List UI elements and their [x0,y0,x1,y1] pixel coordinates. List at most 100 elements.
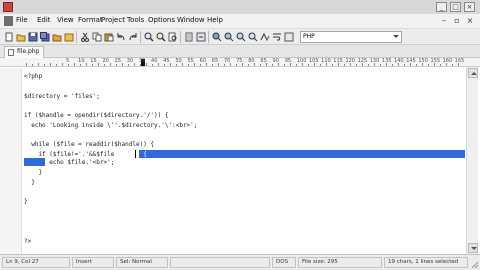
ruler-tick [50,63,51,66]
menu-project[interactable]: Project [101,16,125,24]
ruler-tick [74,63,75,66]
ruler-tick [356,64,357,66]
code-line-11: } [24,169,43,176]
language-select[interactable]: PHP [300,31,402,43]
ruler-label: 150 [418,58,428,64]
ruler-tick [392,64,393,66]
ruler-tick [266,63,267,66]
ruler-tick [398,63,399,66]
toolbar-separator [180,31,181,43]
save-all-icon[interactable] [40,32,50,42]
menu-tools[interactable]: Tools [127,16,144,24]
ruler-tick [140,64,141,66]
ruler-tick [38,63,39,66]
minimize-button[interactable]: _ [436,2,447,12]
menu-options[interactable]: Options [148,16,175,24]
arrow-up-icon [471,72,477,75]
menu-format[interactable]: Format [78,16,103,24]
maximize-button[interactable]: □ [450,2,461,12]
bookmark-toggle-icon[interactable] [212,32,222,42]
ruler-tick [104,64,105,66]
document-icon[interactable] [184,32,194,42]
spell-check-icon[interactable] [260,32,270,42]
find-icon[interactable] [144,32,154,42]
open-folder-icon[interactable] [16,32,26,42]
toolbar: PHP [0,29,480,45]
view-whitespace-icon[interactable] [284,32,294,42]
bookmark-next-icon[interactable] [224,32,234,42]
doc-restore-button[interactable]: ▫ [452,16,462,26]
code-line-12: } [24,179,35,186]
paste-icon[interactable] [104,32,114,42]
ruler-tick [146,63,147,66]
ruler-tick [134,63,135,66]
ruler-tick [290,63,291,66]
undo-icon[interactable] [116,32,126,42]
app-logo-icon [3,2,13,12]
menu-window[interactable]: Window [177,16,205,24]
scroll-down-button[interactable] [468,243,478,253]
ruler-tick [164,64,165,66]
menu-view[interactable]: View [57,16,74,24]
save-icon[interactable] [28,32,38,42]
resize-grip-icon[interactable] [471,261,479,269]
code-line-9-text: if ($file!='.'&&$file [24,151,115,158]
ruler-tick [194,63,195,66]
ruler-tick [188,64,189,66]
find-in-files-icon[interactable] [168,32,178,42]
ruler-tick [230,63,231,66]
code-line-9: if ($file!='.'&&$file!='..') { [24,151,147,158]
status-spacer [170,257,270,268]
bookmark-prev-icon[interactable] [236,32,246,42]
ruler-label: 165 [454,58,465,64]
chevron-down-icon [393,35,399,38]
scroll-up-button[interactable] [468,68,478,78]
selection-highlight [139,150,465,158]
bookmark-clear-icon[interactable] [248,32,258,42]
vertical-scrollbar[interactable] [466,67,478,254]
copy-icon[interactable] [92,32,102,42]
selected-text: !='..') { [114,151,147,158]
new-file-icon[interactable] [4,32,14,42]
project-icon[interactable] [64,32,74,42]
ruler-tick [272,64,273,66]
ruler-tick [446,63,447,66]
ruler-tick [416,64,417,66]
ruler-tick [182,63,183,66]
close-button[interactable]: × [464,2,475,12]
settings-icon[interactable] [196,32,206,42]
ruler-tick [62,63,63,66]
ruler-tick [380,64,381,66]
menu-file[interactable]: File [16,16,28,24]
open-project-icon[interactable] [52,32,62,42]
find-replace-icon[interactable] [156,32,166,42]
ruler-tick [254,63,255,66]
ruler-tick [110,63,111,66]
document-menu-icon[interactable] [4,16,13,26]
toolbar-separator [76,31,77,43]
toolbar-separator [208,31,209,43]
tab-file-php[interactable]: file.php [4,46,44,58]
cut-icon[interactable] [80,32,90,42]
ruler-tick [86,63,87,66]
code-editor[interactable]: <?php $directory = 'files'; if ($handle … [0,68,480,254]
code-line-5: if ($handle = opendir($directory.'/')) { [24,112,169,119]
ruler-tick [458,63,459,66]
ruler-tick [200,64,201,66]
menu-edit[interactable]: Edit [37,16,51,24]
menu-help[interactable]: Help [207,16,223,24]
doc-minimize-button[interactable]: – [439,16,449,26]
ruler-tick [260,64,261,66]
title-bar: _ □ × [0,0,480,14]
ruler-tick [338,63,339,66]
status-file-size: File size: 295 [298,257,382,268]
redo-icon[interactable] [128,32,138,42]
code-line-1: <?php [24,73,43,80]
word-wrap-icon[interactable] [272,32,282,42]
doc-close-button[interactable]: × [465,16,475,26]
status-insert-mode: Insert [72,257,114,268]
ruler-tick [410,63,411,66]
ruler-tick [236,64,237,66]
ruler-tick [368,64,369,66]
document-tab-bar: file.php [0,45,480,58]
